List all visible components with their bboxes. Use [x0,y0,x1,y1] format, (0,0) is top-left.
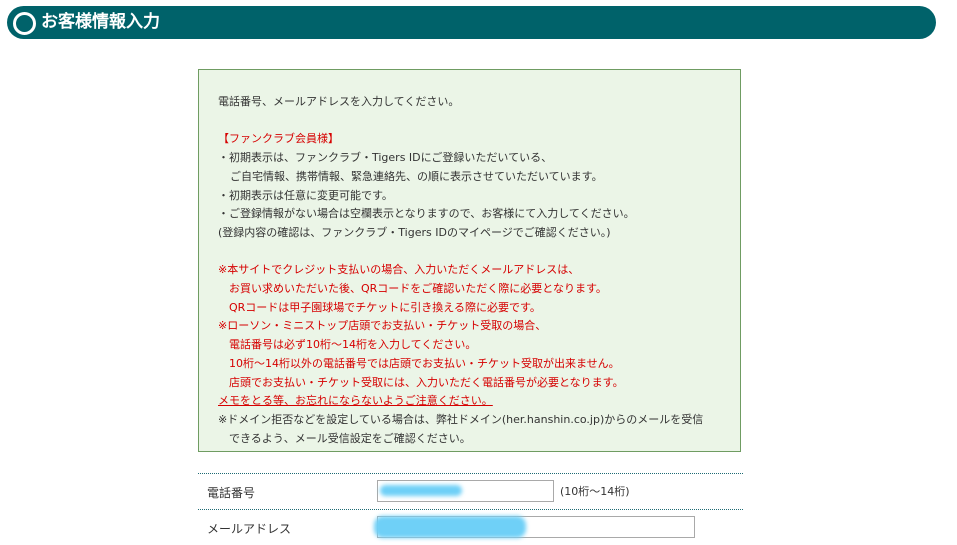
page-title: お客様情報入力 [41,12,160,32]
credit-notice: お買い求めいただいた後、QRコードをご確認いただく際に必要となります。 [229,282,607,295]
credit-notice: QRコードは甲子園球場でチケットに引き換える際に必要です。 [229,300,541,314]
email-input[interactable] [377,516,695,538]
phone-input[interactable] [377,480,554,502]
notice-box: 電話番号、メールアドレスを入力してください。 【ファンクラブ会員様】 ・初期表示… [198,69,741,452]
fanclub-line: ・初期表示は任意に変更可能です。 [218,188,393,202]
email-label: メールアドレス [207,522,292,536]
memo-warning: メモをとる等、お忘れにならないようご注意ください。 [218,394,493,408]
domain-notice: できるよう、メール受信設定をご確認ください。 [229,431,471,445]
phone-row: 電話番号 (10桁～14桁) [198,473,743,509]
credit-notice: ※本サイトでクレジット支払いの場合、入力いただくメールアドレスは、 [218,263,580,277]
fanclub-line: ・ご登録情報がない場合は空欄表示となりますので、お客様にて入力してください。 [218,207,635,221]
notice-intro: 電話番号、メールアドレスを入力してください。 [218,95,460,108]
fanclub-heading: 【ファンクラブ会員様】 [218,132,339,146]
store-notice: 10桁～14桁以外の電話番号では店頭でお支払い・チケット受取が出来ません。 [229,356,620,370]
store-notice: 電話番号は必ず10桁～14桁を入力してください。 [229,338,477,352]
customer-form: 電話番号 (10桁～14桁) メールアドレス [198,473,743,545]
fanclub-line: ・初期表示は、ファンクラブ・Tigers IDにご登録いただいている、 [218,151,553,165]
phone-label: 電話番号 [207,486,256,500]
fanclub-line: ご自宅情報、携帯情報、緊急連絡先、の順に表示させていただいています。 [230,169,603,183]
phone-hint: (10桁～14桁) [560,485,630,498]
page-header: お客様情報入力 [7,6,936,39]
store-notice: 店頭でお支払い・チケット受取には、入力いただく電話番号が必要となります。 [229,375,624,389]
domain-notice: ※ドメイン拒否などを設定している場合は、弊社ドメイン(her.hanshin.c… [218,412,704,426]
circle-icon [13,12,36,35]
fanclub-line: (登録内容の確認は、ファンクラブ・Tigers IDのマイページでご確認ください… [218,225,611,239]
store-notice: ※ローソン・ミニストップ店頭でお支払い・チケット受取の場合、 [218,319,547,333]
